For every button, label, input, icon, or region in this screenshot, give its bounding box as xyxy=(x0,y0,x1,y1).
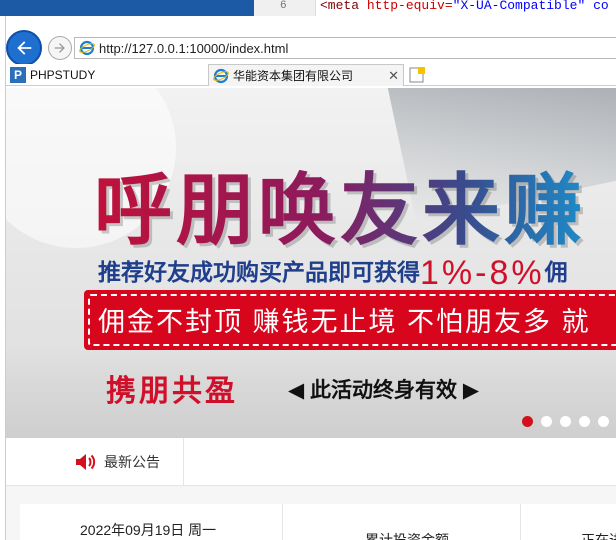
subline-text: 推荐好友成功购买产品即可获得 xyxy=(98,259,420,285)
ie-icon xyxy=(79,40,95,56)
slide-indicators xyxy=(522,416,609,427)
code-tail: co xyxy=(585,0,609,13)
code-line: <meta http-equiv="X-UA-Compatible" co xyxy=(320,0,609,13)
current-date: 2022年09月19日 周一 xyxy=(80,522,217,538)
banner-subline: 推荐好友成功购买产品即可获得1%-8%佣 xyxy=(98,250,568,292)
red-ribbon: 佣金不封顶 赚钱无止境 不怕朋友多 就 xyxy=(84,290,616,350)
tab-label: 华能资本集团有限公司 xyxy=(233,69,354,83)
notice-heading[interactable]: 最新公告 xyxy=(6,438,184,486)
editor-title-area xyxy=(0,0,254,16)
new-tab-icon[interactable] xyxy=(408,66,426,84)
tab-strip: P PHPSTUDY 华能资本集团有限公司 ✕ xyxy=(6,64,616,86)
notice-label: 最新公告 xyxy=(104,454,160,470)
ribbon-text: 佣金不封顶 赚钱无止境 不怕朋友多 就 xyxy=(98,307,591,337)
subline-tail: 佣 xyxy=(544,259,568,285)
code-tag: <meta xyxy=(320,0,367,13)
line-number: 6 xyxy=(280,0,287,12)
tab-active-site[interactable]: 华能资本集团有限公司 ✕ xyxy=(208,64,404,86)
code-attr: http-equiv= xyxy=(366,0,453,13)
address-bar-row: http://127.0.0.1:10000/index.html xyxy=(6,28,616,66)
slide-dot[interactable] xyxy=(541,416,552,427)
screen: 6 <meta http-equiv="X-UA-Compatible" co … xyxy=(0,0,616,540)
speaker-icon xyxy=(76,454,96,470)
close-tab-icon[interactable]: ✕ xyxy=(388,68,399,84)
slide-dot[interactable] xyxy=(522,416,533,427)
code-string: "X-UA-Compatible" xyxy=(452,0,586,13)
subline-percent: 1%-8% xyxy=(420,254,545,292)
investment-card: 累计投资金额 xyxy=(282,504,520,540)
slide-dot[interactable] xyxy=(579,416,590,427)
notice-bar: 最新公告 xyxy=(6,438,616,486)
forward-button[interactable] xyxy=(48,36,72,60)
tab-label: PHPSTUDY xyxy=(30,68,96,82)
code-editor-background: 6 <meta http-equiv="X-UA-Compatible" co xyxy=(0,0,616,16)
phpstudy-icon: P xyxy=(10,67,26,83)
stats-row: 2022年09月19日 周一 累计投资金额 正在进 xyxy=(6,486,616,540)
url-text: http://127.0.0.1:10000/index.html xyxy=(99,40,289,56)
promo-banner[interactable]: 呼朋唤友来赚 呼朋唤友来赚 推荐好友成功购买产品即可获得1%-8%佣 佣金不封顶… xyxy=(6,88,616,438)
slide-dot[interactable] xyxy=(598,416,609,427)
banner-headline: 呼朋唤友来赚 xyxy=(94,148,586,260)
banner-slogan-note: ◀ 此活动终身有效 ▶ xyxy=(288,379,479,402)
forward-arrow-icon xyxy=(54,43,65,53)
tab-phpstudy[interactable]: P PHPSTUDY xyxy=(6,64,204,86)
ie-tab-icon xyxy=(213,68,229,83)
total-investment-label: 累计投资金额 xyxy=(365,532,449,540)
url-field[interactable]: http://127.0.0.1:10000/index.html xyxy=(74,37,616,59)
slide-dot[interactable] xyxy=(560,416,571,427)
back-arrow-icon xyxy=(17,41,32,55)
third-stat-label: 正在进 xyxy=(581,532,616,540)
date-card: 2022年09月19日 周一 xyxy=(20,504,282,540)
third-stat-card: 正在进 xyxy=(520,504,616,540)
banner-slogan: 携朋共盈 xyxy=(106,375,238,408)
back-button[interactable] xyxy=(6,30,42,66)
